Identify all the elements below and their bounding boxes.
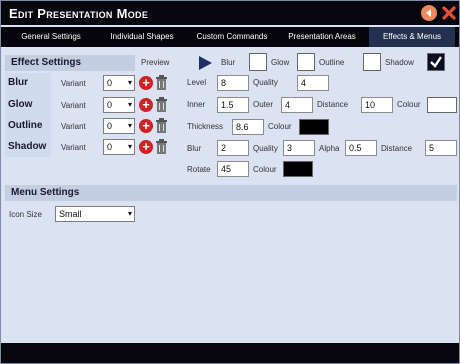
glow-toggle-label: Glow <box>271 58 290 67</box>
blur-variant-select[interactable]: 0 ▾ <box>103 75 135 91</box>
glow-distance-label: Distance <box>317 100 349 109</box>
footer-bar <box>1 343 459 363</box>
glow-variant-label: Variant <box>61 101 86 110</box>
shadow-rotate-input[interactable]: 45 <box>217 161 249 177</box>
outline-add-icon[interactable]: + <box>139 119 153 133</box>
glow-outer-label: Outer <box>253 100 274 109</box>
glow-colour-swatch[interactable] <box>427 97 457 113</box>
shadow-row-label: Shadow <box>8 141 47 152</box>
blur-add-icon[interactable]: + <box>139 76 153 90</box>
outline-colour-swatch[interactable] <box>299 119 329 135</box>
blur-checkbox[interactable] <box>249 53 267 71</box>
check-icon <box>430 56 442 68</box>
shadow-blur-label: Blur <box>187 144 202 153</box>
blur-row-label: Blur <box>8 77 28 88</box>
tab-effects-menus[interactable]: Effects & Menus <box>369 27 455 47</box>
outline-variant-select[interactable]: 0 ▾ <box>103 118 135 134</box>
tab-presentation-areas[interactable]: Presentation Areas <box>277 27 367 47</box>
shadow-alpha-label: Alpha <box>319 144 340 153</box>
blur-trash-icon[interactable] <box>155 75 168 91</box>
blur-level-input[interactable]: 8 <box>217 75 249 91</box>
outline-thickness-label: Thickness <box>187 122 224 131</box>
outline-variant-label: Variant <box>61 122 86 131</box>
back-button[interactable] <box>421 5 437 21</box>
outline-toggle-label: Outline <box>319 58 345 67</box>
outline-row-label: Outline <box>8 120 43 131</box>
shadow-add-icon[interactable]: + <box>139 140 153 154</box>
glow-add-icon[interactable]: + <box>139 98 153 112</box>
glow-distance-input[interactable]: 10 <box>361 97 393 113</box>
blur-quality-label: Quality <box>253 78 278 87</box>
shadow-variant-label: Variant <box>61 143 86 152</box>
play-icon[interactable] <box>197 55 213 71</box>
chevron-down-icon: ▾ <box>127 209 132 218</box>
shadow-trash-icon[interactable] <box>155 139 168 155</box>
chevron-down-icon: ▾ <box>127 100 132 109</box>
outline-colour-label: Colour <box>268 122 292 131</box>
blur-quality-input[interactable]: 4 <box>297 75 329 91</box>
outline-trash-icon[interactable] <box>155 118 168 134</box>
close-icon <box>442 6 456 20</box>
shadow-colour-label: Colour <box>253 165 277 174</box>
shadow-distance-label: Distance <box>381 144 413 153</box>
outline-checkbox[interactable] <box>363 53 381 71</box>
blur-level-label: Level <box>187 78 207 87</box>
effect-settings-header: Effect Settings <box>5 55 135 71</box>
tab-custom-commands[interactable]: Custom Commands <box>189 27 275 47</box>
icon-size-select[interactable]: Small ▾ <box>55 206 135 222</box>
glow-colour-label: Colour <box>397 100 421 109</box>
tab-bar: General Settings Individual Shapes Custo… <box>1 27 459 47</box>
preview-label: Preview <box>141 58 170 67</box>
shadow-colour-swatch[interactable] <box>283 161 313 177</box>
chevron-down-icon: ▾ <box>127 142 132 151</box>
glow-row-label: Glow <box>8 99 33 110</box>
glow-inner-label: Inner <box>187 100 206 109</box>
blur-variant-label: Variant <box>61 79 86 88</box>
shadow-alpha-input[interactable]: 0.5 <box>345 140 377 156</box>
tab-individual-shapes[interactable]: Individual Shapes <box>97 27 187 47</box>
shadow-rotate-label: Rotate <box>187 165 211 174</box>
glow-trash-icon[interactable] <box>155 97 168 113</box>
back-arrow-icon <box>426 9 431 17</box>
window-title: Edit Presentation Mode <box>9 6 149 21</box>
chevron-down-icon: ▾ <box>127 78 132 87</box>
chevron-down-icon: ▾ <box>127 121 132 130</box>
shadow-toggle-label: Shadow <box>385 58 414 67</box>
menu-settings-header: Menu Settings <box>5 185 457 201</box>
close-button[interactable] <box>441 5 457 21</box>
blur-toggle-label: Blur <box>221 58 236 67</box>
shadow-distance-input[interactable]: 5 <box>425 140 457 156</box>
shadow-checkbox[interactable] <box>427 53 445 71</box>
tab-general-settings[interactable]: General Settings <box>7 27 95 47</box>
glow-inner-input[interactable]: 1.5 <box>217 97 249 113</box>
edit-presentation-window: Edit Presentation Mode General Settings … <box>0 0 460 364</box>
glow-variant-select[interactable]: 0 ▾ <box>103 97 135 113</box>
glow-outer-input[interactable]: 4 <box>281 97 313 113</box>
shadow-quality-label: Quality <box>253 144 278 153</box>
outline-thickness-input[interactable]: 8.6 <box>232 119 264 135</box>
shadow-blur-input[interactable]: 2 <box>217 140 249 156</box>
title-bar: Edit Presentation Mode <box>1 1 459 25</box>
icon-size-label: Icon Size <box>9 210 42 219</box>
shadow-variant-select[interactable]: 0 ▾ <box>103 139 135 155</box>
glow-checkbox[interactable] <box>297 53 315 71</box>
shadow-quality-input[interactable]: 3 <box>283 140 315 156</box>
